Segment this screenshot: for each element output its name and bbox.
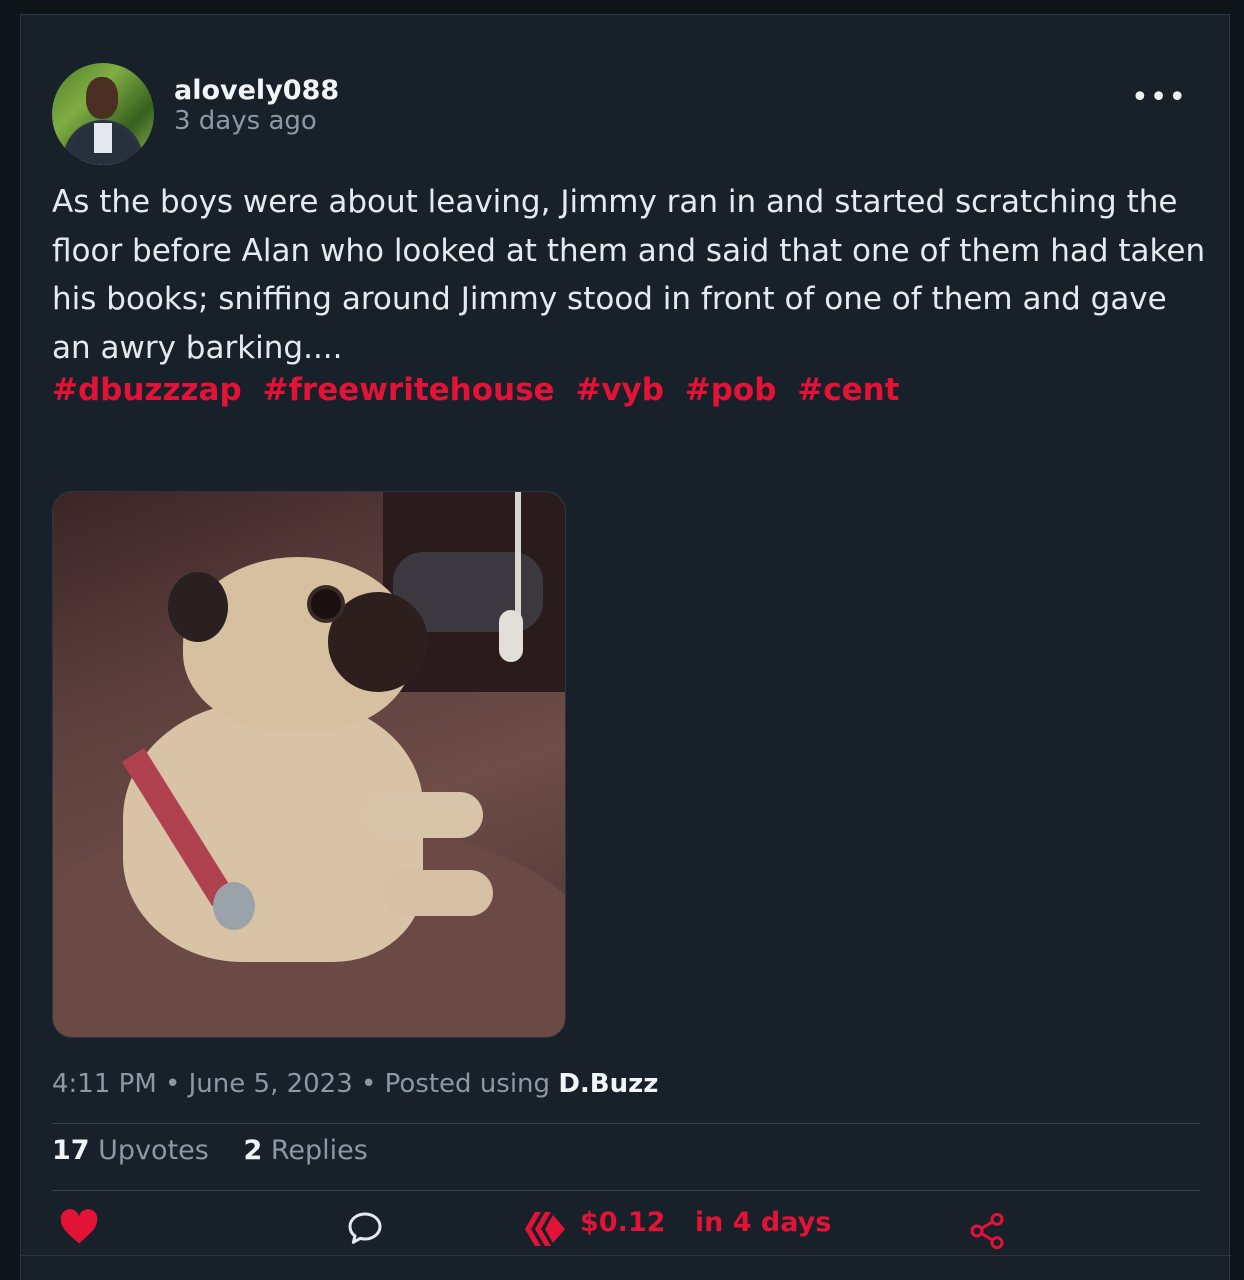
app-link[interactable]: D.Buzz (558, 1069, 658, 1099)
divider (52, 1190, 1200, 1191)
upvotes-count: 17 (52, 1135, 90, 1166)
pug-leg (363, 792, 483, 838)
posted-using-label: Posted using (384, 1069, 551, 1099)
buzz-card: alovely088 3 days ago ••• As the boys we… (20, 14, 1231, 1280)
post-date: June 5, 2023 (188, 1069, 353, 1099)
image-plug (499, 610, 523, 662)
divider (52, 1123, 1200, 1124)
upvotes-stat[interactable]: 17 Upvotes (52, 1135, 217, 1166)
replies-label: Replies (270, 1135, 368, 1166)
comment-icon[interactable] (345, 1209, 385, 1253)
avatar-collar (94, 123, 112, 153)
hashtag-link[interactable]: #vyb (575, 372, 664, 408)
post-image[interactable] (52, 491, 566, 1038)
post-time: 4:11 PM (52, 1069, 157, 1099)
divider (21, 1255, 1231, 1256)
post-meta: 4:11 PM • June 5, 2023 • Posted using D.… (52, 1069, 658, 1099)
payout-time: in 4 days (694, 1207, 832, 1238)
action-bar: $0.12 in 4 days (21, 1205, 1231, 1265)
hashtag-link[interactable]: #cent (797, 372, 899, 408)
hashtag-list: #dbuzzzap #freewritehouse #vyb #pob #cen… (52, 372, 909, 408)
replies-count: 2 (243, 1135, 263, 1166)
meta-separator: • (165, 1069, 181, 1099)
pug-tag (213, 882, 255, 930)
avatar-head (86, 77, 118, 119)
pug-ear (168, 572, 228, 642)
meta-separator: • (361, 1069, 377, 1099)
hashtag-link[interactable]: #dbuzzzap (52, 372, 242, 408)
payout[interactable]: $0.12 in 4 days (524, 1207, 831, 1238)
hashtag-link[interactable]: #freewritehouse (262, 372, 554, 408)
avatar[interactable] (52, 63, 154, 165)
more-dots-icon[interactable]: ••• (1131, 83, 1187, 113)
username[interactable]: alovely088 (174, 75, 339, 106)
share-icon[interactable] (967, 1211, 1007, 1255)
pug-leg (383, 870, 493, 916)
pug-eye (311, 589, 341, 619)
heart-icon[interactable] (59, 1209, 99, 1249)
upvotes-label: Upvotes (98, 1135, 209, 1166)
post-stats: 17 Upvotes 2 Replies (52, 1135, 394, 1166)
replies-stat[interactable]: 2 Replies (243, 1135, 367, 1166)
pug-muzzle (328, 592, 428, 692)
hashtag-link[interactable]: #pob (685, 372, 777, 408)
image-cord (515, 492, 521, 622)
time-ago: 3 days ago (174, 106, 317, 136)
post-body: As the boys were about leaving, Jimmy ra… (52, 184, 1206, 366)
payout-amount: $0.12 (580, 1207, 666, 1238)
